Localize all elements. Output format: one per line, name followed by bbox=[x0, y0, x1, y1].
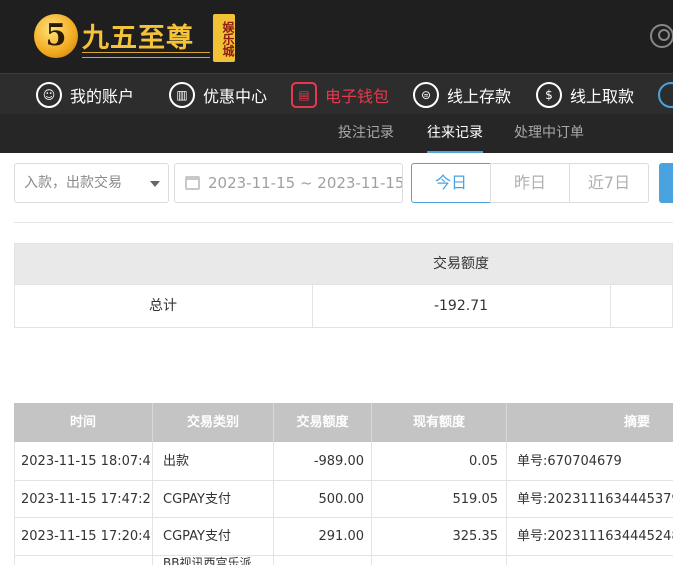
row-2-type: CGPAY支付 bbox=[163, 492, 231, 507]
column-header-time: 时间 bbox=[14, 403, 153, 442]
logo-title: 九五至尊 bbox=[82, 23, 194, 54]
nav-online-withdraw[interactable]: $ 线上取款 bbox=[536, 74, 634, 115]
row-3-summary: 单号:20231116344452483 bbox=[517, 529, 673, 544]
row-divider bbox=[14, 555, 673, 556]
logo-ornament bbox=[82, 52, 210, 58]
row-3-type: CGPAY支付 bbox=[163, 529, 231, 544]
column-header-balance: 现有额度 bbox=[372, 403, 507, 442]
table-column-line bbox=[506, 442, 507, 565]
nav-label: 电子钱包 bbox=[325, 86, 390, 106]
nav-label: 线上取款 bbox=[570, 86, 635, 106]
nav-label: 我的账户 bbox=[70, 86, 135, 106]
tab-pending-orders[interactable]: 处理中订单 bbox=[514, 114, 584, 153]
withdraw-icon: $ bbox=[536, 81, 562, 108]
today-button[interactable]: 今日 bbox=[411, 163, 491, 203]
column-header-type: 交易类别 bbox=[153, 403, 274, 442]
calendar-icon bbox=[185, 176, 200, 190]
summary-total-amount: -192.71 bbox=[433, 298, 489, 314]
account-avatar-icon[interactable] bbox=[650, 24, 673, 48]
column-header-summary: 摘要 bbox=[623, 415, 650, 430]
main-nav: ☺ 我的账户 ▥ 优惠中心 ▤ 电子钱包 ⊜ 线上存款 $ 线上取款 bbox=[0, 73, 673, 114]
transaction-type-select[interactable]: 入款，出款交易 bbox=[14, 163, 169, 203]
table-column-line bbox=[152, 442, 153, 565]
summary-total-label: 总计 bbox=[149, 298, 177, 314]
date-range-value: 2023-11-15 ~ 2023-11-15 bbox=[208, 174, 403, 192]
row-2-balance: 519.05 bbox=[452, 492, 499, 507]
nav-online-deposit[interactable]: ⊜ 线上存款 bbox=[413, 74, 511, 115]
row-1-balance: 0.05 bbox=[469, 454, 498, 469]
table-border bbox=[14, 442, 15, 565]
column-header-amount: 交易额度 bbox=[274, 403, 372, 442]
row-3-amount: 291.00 bbox=[318, 529, 365, 544]
nav-label: 线上存款 bbox=[447, 86, 512, 106]
nav-my-account[interactable]: ☺ 我的账户 bbox=[36, 74, 134, 115]
nav-more[interactable] bbox=[658, 74, 673, 115]
select-value: 入款，出款交易 bbox=[24, 175, 122, 191]
row-2-amount: 500.00 bbox=[318, 492, 365, 507]
site-logo[interactable]: 5 九五至尊 娱乐城 bbox=[30, 8, 245, 66]
summary-cell-divider bbox=[610, 285, 611, 328]
row-3-time: 2023-11-15 17:20:42 bbox=[21, 529, 151, 544]
nav-label: 优惠中心 bbox=[203, 86, 268, 106]
row-1-amount: -989.00 bbox=[313, 454, 364, 469]
top-header: 5 九五至尊 娱乐城 bbox=[0, 0, 673, 73]
row-1-time: 2023-11-15 18:07:43 bbox=[21, 454, 151, 469]
row-1-summary: 单号:670704679 bbox=[517, 454, 622, 469]
sub-nav: 投注记录 往来记录 处理中订单 bbox=[0, 114, 673, 153]
gift-icon: ▥ bbox=[169, 81, 195, 108]
row-1-type: 出款 bbox=[163, 454, 190, 469]
user-icon: ☺ bbox=[36, 81, 62, 108]
tab-transaction-records[interactable]: 往来记录 bbox=[427, 114, 483, 153]
logo-number: 5 bbox=[45, 18, 67, 53]
last-7-days-button[interactable]: 近7日 bbox=[569, 163, 649, 203]
chevron-down-icon bbox=[150, 181, 160, 187]
deposit-icon: ⊜ bbox=[413, 81, 439, 108]
table-column-line bbox=[273, 442, 274, 565]
tab-bet-records[interactable]: 投注记录 bbox=[338, 114, 394, 153]
row-2-time: 2023-11-15 17:47:24 bbox=[21, 492, 151, 507]
row-4-type-partial: BB视讯西宫乐派 bbox=[163, 556, 252, 565]
yesterday-button[interactable]: 昨日 bbox=[490, 163, 570, 203]
nav-promotions[interactable]: ▥ 优惠中心 bbox=[169, 74, 267, 115]
table-column-line bbox=[371, 442, 372, 565]
row-3-balance: 325.35 bbox=[452, 529, 499, 544]
search-button[interactable] bbox=[659, 163, 673, 203]
filter-divider bbox=[14, 222, 673, 223]
logo-badge: 娱乐城 bbox=[213, 14, 235, 62]
date-range-input[interactable]: 2023-11-15 ~ 2023-11-15 bbox=[174, 163, 403, 203]
summary-header-amount: 交易额度 bbox=[433, 256, 489, 272]
nav-ewallet[interactable]: ▤ 电子钱包 bbox=[291, 74, 389, 115]
row-2-summary: 单号:20231116344453793 bbox=[517, 492, 673, 507]
more-icon bbox=[658, 81, 673, 108]
wallet-icon: ▤ bbox=[291, 81, 317, 108]
